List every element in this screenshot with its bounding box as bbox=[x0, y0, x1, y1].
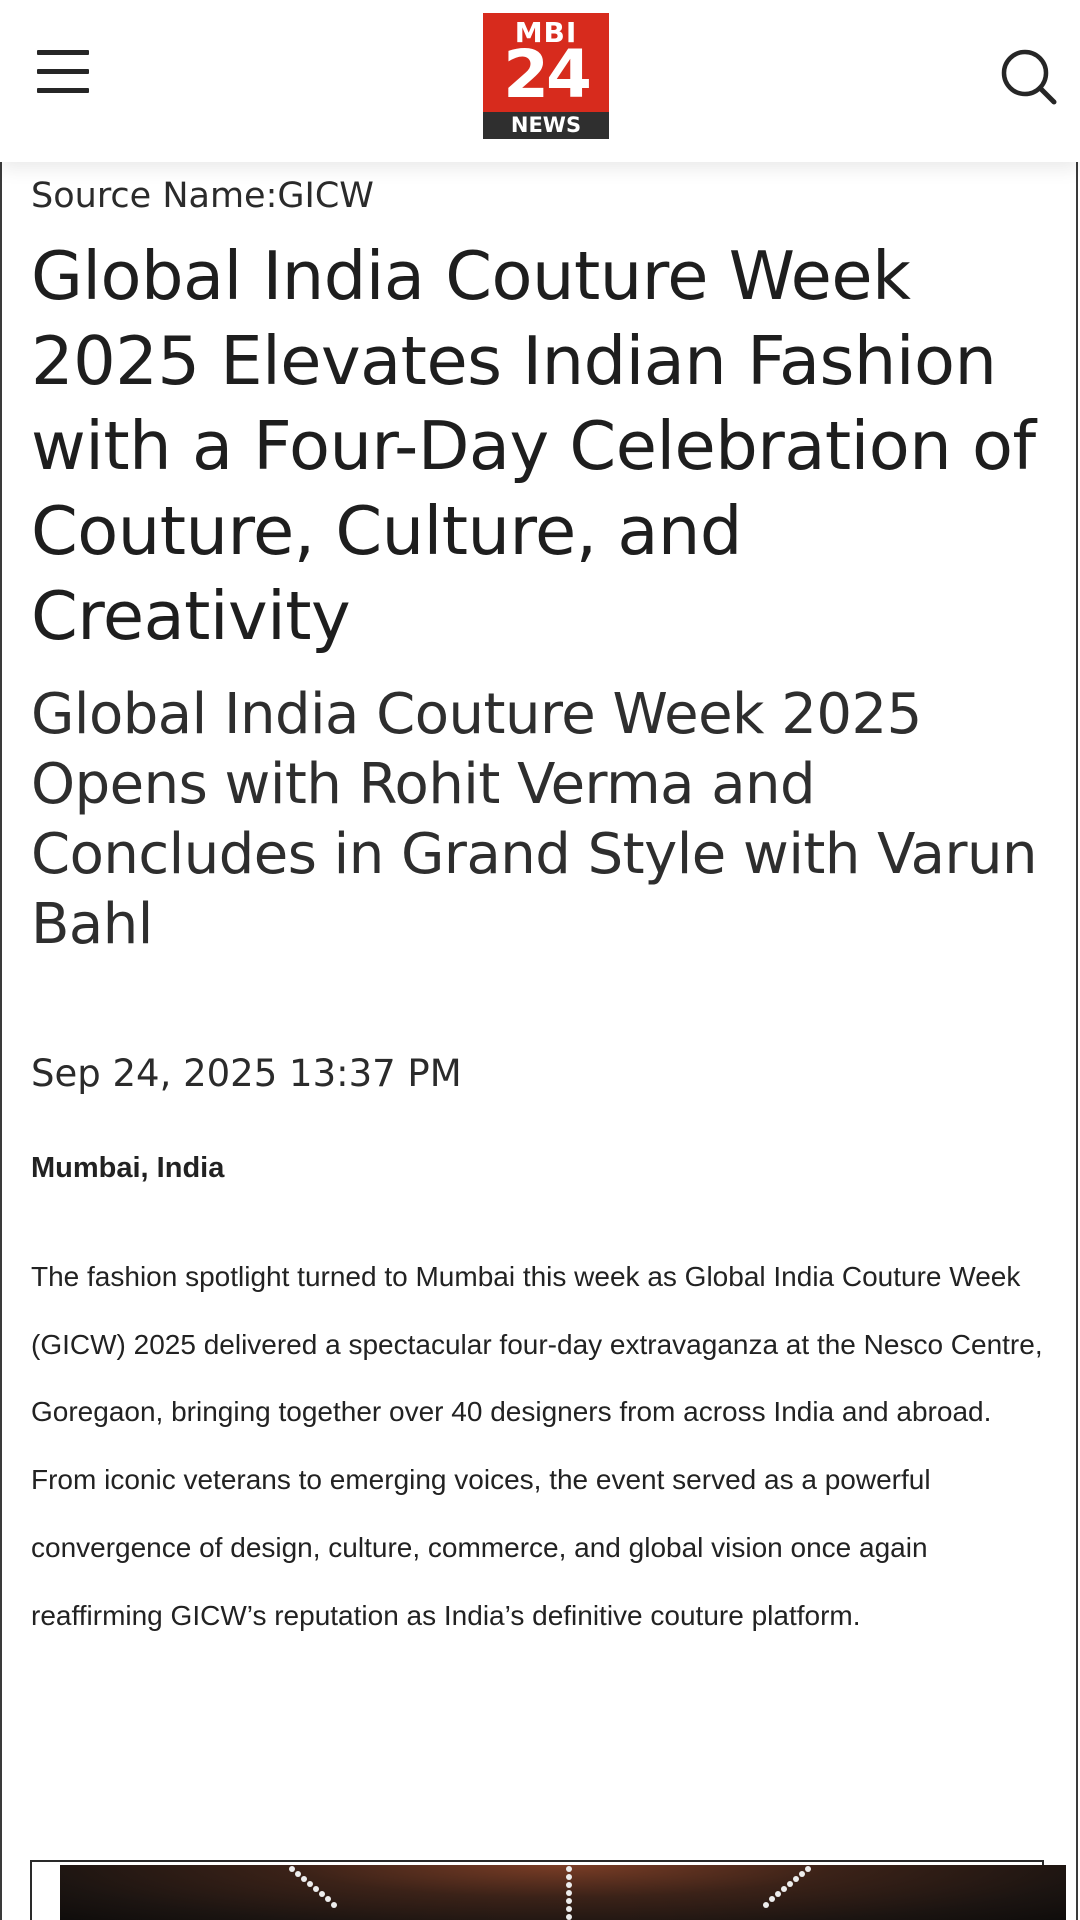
site-logo[interactable]: MBI 24 NEWS bbox=[483, 13, 609, 139]
logo-bottom-text: NEWS bbox=[483, 112, 609, 139]
article-image[interactable] bbox=[60, 1865, 1066, 1920]
site-header: MBI 24 NEWS bbox=[0, 0, 1080, 162]
page-right-border bbox=[1076, 0, 1078, 1920]
article-date: Sep 24, 2025 13:37 PM bbox=[31, 1052, 462, 1095]
search-icon[interactable] bbox=[1000, 48, 1058, 106]
hamburger-menu-icon[interactable] bbox=[37, 50, 89, 94]
article-body: The fashion spotlight turned to Mumbai t… bbox=[31, 1261, 1043, 1631]
article-subtitle: Global India Couture Week 2025 Opens wit… bbox=[31, 682, 1037, 957]
article-title: Global India Couture Week 2025 Elevates … bbox=[31, 237, 1036, 655]
page-left-border bbox=[0, 0, 2, 1920]
article-location: Mumbai, India bbox=[31, 1152, 225, 1184]
logo-number-text: 24 bbox=[503, 36, 592, 113]
article-source: Source Name:GICW bbox=[31, 176, 374, 216]
